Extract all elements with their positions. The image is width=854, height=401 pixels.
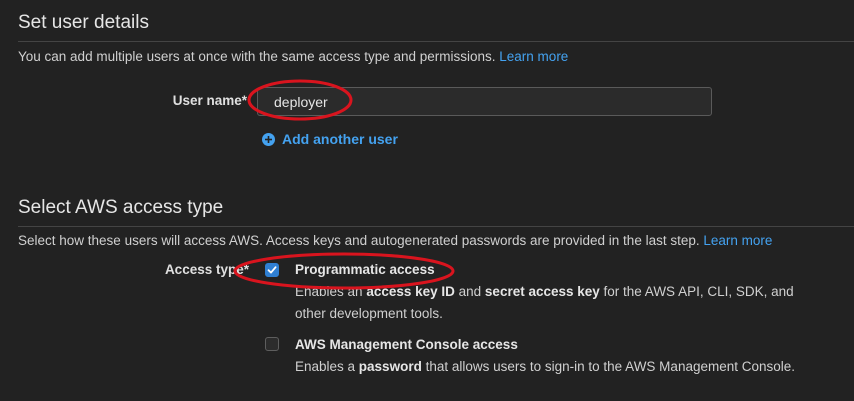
console-access-title: AWS Management Console access xyxy=(295,337,518,352)
programmatic-access-description: Enables an access key ID and secret acce… xyxy=(295,281,794,325)
username-label: User name* xyxy=(172,93,247,108)
section-title-access-type: Select AWS access type xyxy=(18,197,224,218)
desc-text: for the AWS API, CLI, SDK, and xyxy=(599,284,794,299)
access-type-description-text: Select how these users will access AWS. … xyxy=(18,233,700,248)
plus-circle-icon xyxy=(262,132,275,146)
desc-bold-access-key-id: access key ID xyxy=(366,284,455,299)
console-access-checkbox[interactable] xyxy=(265,337,279,351)
learn-more-link[interactable]: Learn more xyxy=(703,233,772,248)
iam-add-user-page: Set user details You can add multiple us… xyxy=(0,0,854,401)
desc-text: Enables an xyxy=(295,284,367,299)
desc-text: Enables a xyxy=(295,359,359,374)
desc-bold-password: password xyxy=(358,359,422,374)
desc-text: and xyxy=(454,284,485,299)
add-another-user-link[interactable]: Add another user xyxy=(262,131,398,147)
access-type-label: Access type* xyxy=(164,262,249,277)
access-type-description: Select how these users will access AWS. … xyxy=(18,233,772,248)
section-divider xyxy=(18,226,854,227)
desc-text: other development tools. xyxy=(295,306,443,321)
desc-text: that allows users to sign-in to the AWS … xyxy=(421,359,796,374)
user-details-description-text: You can add multiple users at once with … xyxy=(18,49,496,64)
username-input[interactable] xyxy=(257,87,712,116)
section-divider xyxy=(18,41,854,42)
user-details-description: You can add multiple users at once with … xyxy=(18,49,568,64)
add-another-user-label: Add another user xyxy=(282,131,398,147)
programmatic-access-checkbox[interactable] xyxy=(265,263,279,277)
section-title-user-details: Set user details xyxy=(18,12,149,33)
learn-more-link[interactable]: Learn more xyxy=(499,49,568,64)
checkmark-icon xyxy=(267,266,277,274)
desc-bold-secret-access-key: secret access key xyxy=(484,284,600,299)
programmatic-access-title: Programmatic access xyxy=(295,262,435,277)
console-access-description: Enables a password that allows users to … xyxy=(295,356,795,378)
